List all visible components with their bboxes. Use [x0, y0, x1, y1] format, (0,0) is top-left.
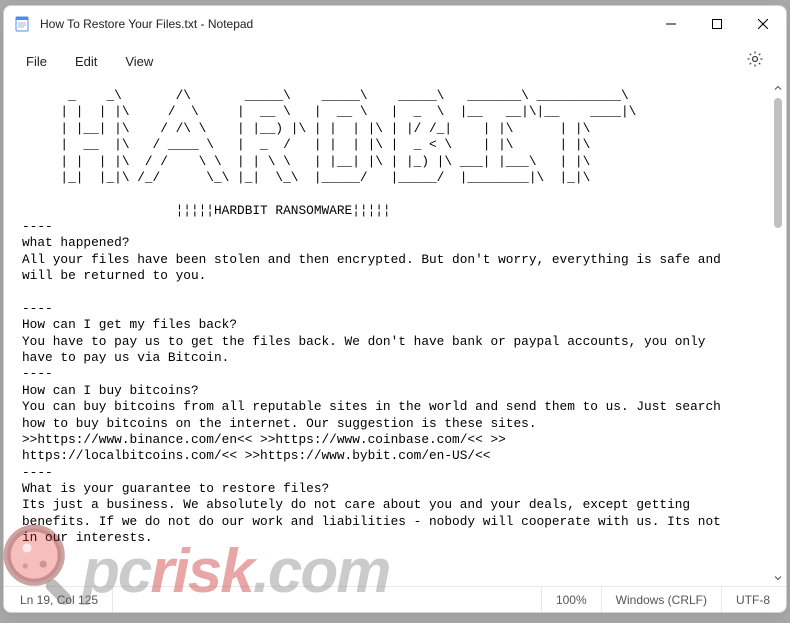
scroll-thumb[interactable] — [774, 98, 782, 228]
window-controls — [648, 6, 786, 42]
notepad-app-icon — [14, 16, 30, 32]
scroll-down-button[interactable] — [770, 570, 786, 586]
titlebar[interactable]: How To Restore Your Files.txt - Notepad — [4, 6, 786, 42]
settings-button[interactable] — [738, 44, 772, 78]
text-editor[interactable]: _ _\ /\ _____\ _____\ _____\ _______\ __… — [4, 80, 770, 586]
notepad-window: How To Restore Your Files.txt - Notepad … — [3, 5, 787, 613]
status-line-ending: Windows (CRLF) — [602, 587, 722, 612]
status-cursor-position: Ln 19, Col 125 — [6, 587, 113, 612]
gear-icon — [746, 50, 764, 73]
vertical-scrollbar[interactable] — [770, 80, 786, 586]
menu-view[interactable]: View — [111, 48, 167, 75]
window-title: How To Restore Your Files.txt - Notepad — [40, 17, 648, 31]
scroll-up-button[interactable] — [770, 80, 786, 96]
menubar: File Edit View — [4, 42, 786, 80]
status-encoding: UTF-8 — [722, 587, 784, 612]
content-area: _ _\ /\ _____\ _____\ _____\ _______\ __… — [4, 80, 786, 586]
close-button[interactable] — [740, 6, 786, 42]
menu-file[interactable]: File — [12, 48, 61, 75]
statusbar: Ln 19, Col 125 100% Windows (CRLF) UTF-8 — [4, 586, 786, 612]
menu-edit[interactable]: Edit — [61, 48, 111, 75]
maximize-button[interactable] — [694, 6, 740, 42]
minimize-button[interactable] — [648, 6, 694, 42]
status-zoom[interactable]: 100% — [542, 587, 602, 612]
